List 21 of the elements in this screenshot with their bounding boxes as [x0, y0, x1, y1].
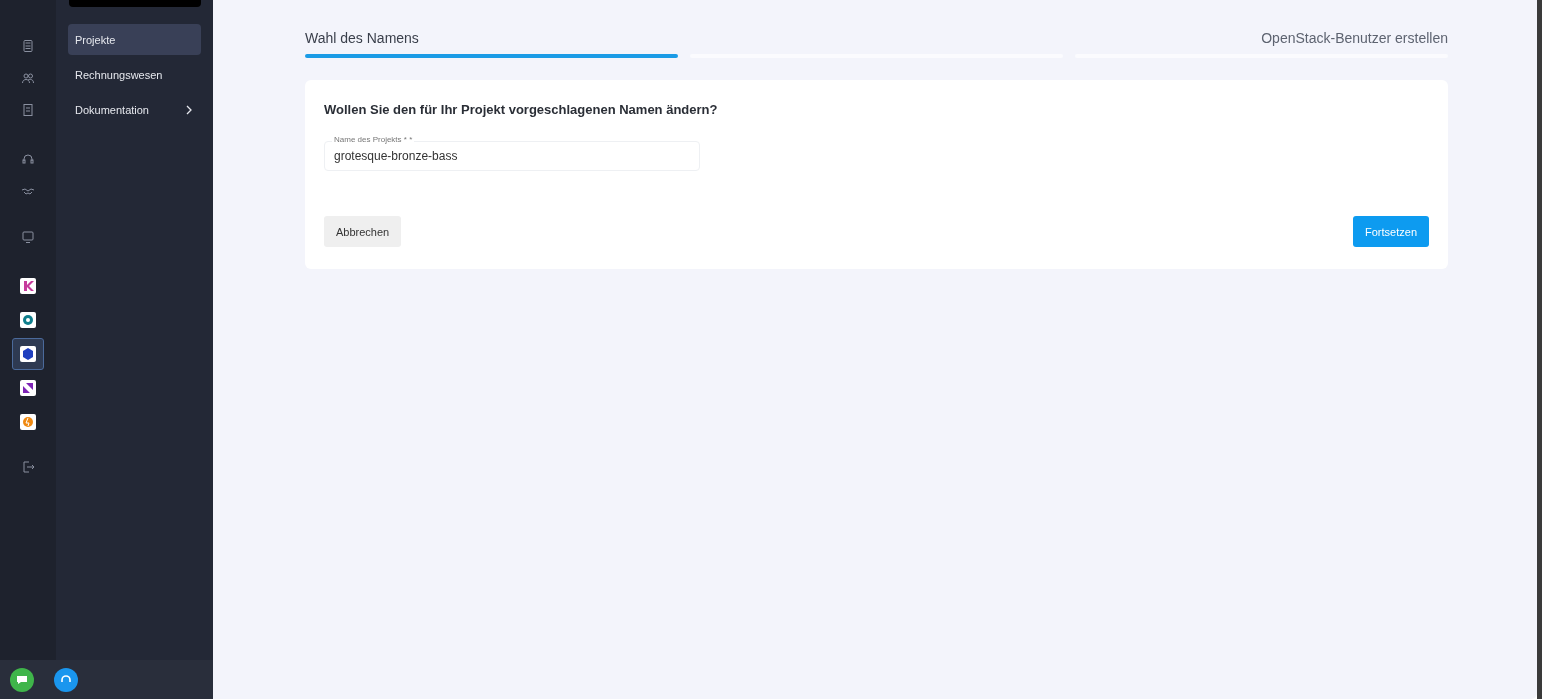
nav-item[interactable]: Projekte: [68, 24, 201, 55]
nav-item[interactable]: Rechnungswesen: [68, 59, 201, 90]
users-icon[interactable]: [21, 71, 35, 85]
step-label: Wahl des Namens: [305, 30, 419, 46]
app-logo-icon[interactable]: [20, 312, 36, 328]
field-label: Name des Projekts * *: [332, 135, 415, 144]
chat-button[interactable]: [10, 667, 34, 692]
question-text: Wollen Sie den für Ihr Projekt vorgeschlagenen Namen ändern?: [324, 102, 719, 117]
calculator-icon[interactable]: [21, 39, 35, 53]
cancel-button[interactable]: Abbrechen: [324, 216, 402, 247]
support-button[interactable]: [54, 667, 78, 692]
app-logo-icon[interactable]: [20, 278, 36, 294]
nav-item[interactable]: Dokumentation: [68, 94, 201, 125]
app-tile[interactable]: [12, 338, 44, 370]
app-logo-icon[interactable]: [20, 380, 36, 396]
chat-icon: [16, 673, 28, 686]
receipt-icon[interactable]: [21, 103, 35, 117]
monitor-icon[interactable]: [21, 230, 35, 244]
logout-icon[interactable]: [21, 460, 35, 474]
step-label: OpenStack-Benutzer erstellen: [1261, 30, 1448, 46]
cube-icon[interactable]: [20, 346, 36, 362]
